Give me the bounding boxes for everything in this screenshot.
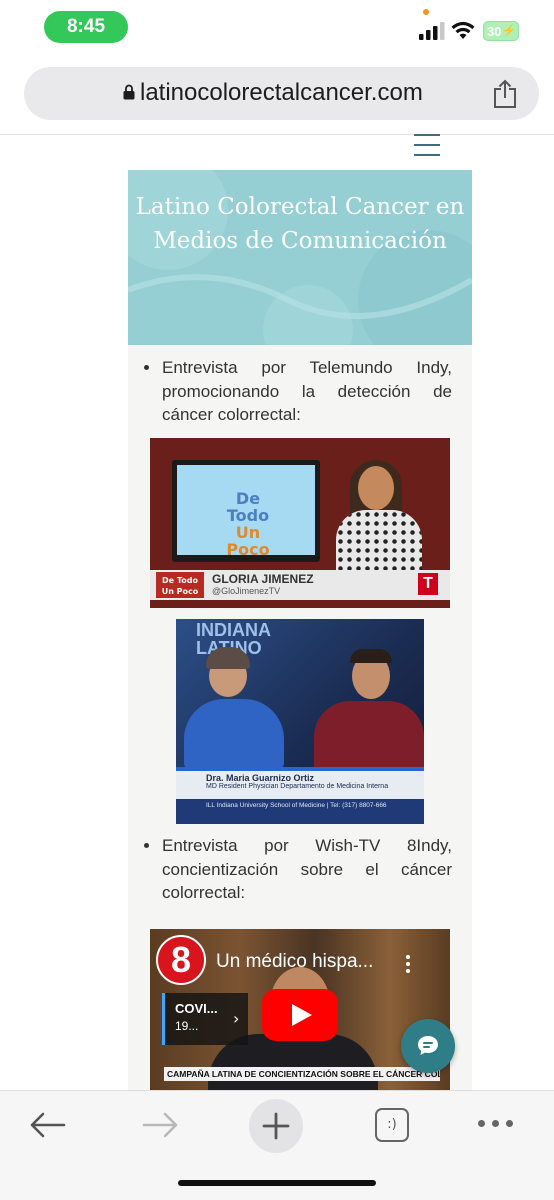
battery-indicator: 30 ⚡ [483, 21, 519, 41]
content-card: Latino Colorectal Cancer en Medios de Co… [128, 170, 472, 1090]
tv-screen-logo: De Todo Un Poco [220, 490, 276, 558]
presenter-handle: @GloJimenezTV [212, 586, 281, 596]
list-item: Entrevista por Telemundo Indy, promocion… [144, 356, 452, 427]
new-tab-button[interactable] [249, 1099, 303, 1153]
chat-button[interactable] [401, 1019, 455, 1073]
show-logo: De Todo Un Poco [156, 572, 204, 598]
presenter-name: GLORIA JIMENEZ [212, 572, 314, 586]
caption-accent-bar [176, 767, 424, 771]
forward-arrow-icon[interactable] [142, 1111, 180, 1139]
menu-icon[interactable] [414, 134, 440, 158]
plus-icon [262, 1112, 290, 1140]
back-arrow-icon[interactable] [28, 1111, 66, 1139]
telemundo-video[interactable]: De Todo Un Poco De Todo Un Poco GLORIA J… [150, 438, 450, 608]
cellular-signal-icon [419, 22, 445, 40]
guest-man-hair [350, 649, 392, 663]
guest-name: Dra. Maria Guarnizo Ortiz [206, 773, 315, 783]
info-card-subtitle: 19... [175, 1019, 199, 1033]
privacy-indicator-dot [423, 9, 429, 15]
caption-footer-text: ILL Indiana University School of Medicin… [206, 802, 387, 809]
banner: Latino Colorectal Cancer en Medios de Co… [128, 170, 472, 345]
tabs-icon[interactable]: :) [375, 1108, 409, 1142]
chat-icon [418, 1036, 438, 1055]
banner-title: Latino Colorectal Cancer en Medios de Co… [135, 194, 465, 254]
video-title[interactable]: Un médico hispa... [216, 951, 373, 973]
bottom-toolbar: :) [0, 1090, 554, 1200]
wish-tv-video[interactable]: 8 Un médico hispa... COVI... 19... › CAM… [150, 929, 450, 1090]
tv-logo-top: De Todo [226, 489, 270, 525]
wifi-icon [451, 21, 475, 39]
url-text[interactable]: latinocolorectalcancer.com [140, 77, 423, 109]
caption-footer: ILL Indiana University School of Medicin… [176, 799, 424, 824]
share-icon[interactable] [492, 79, 518, 109]
lower-third: De Todo Un Poco GLORIA JIMENEZ @GloJimen… [150, 570, 450, 600]
guest-role: MD Resident Physician Departamento de Me… [206, 783, 389, 790]
status-bar: 8:45 30 ⚡ [0, 0, 554, 56]
info-card[interactable]: COVI... 19... › [162, 993, 248, 1045]
charging-bolt-icon: ⚡ [502, 25, 516, 37]
telemundo-logo: T [418, 573, 438, 595]
indiana-latino-photo: INDIANA LATINO Dra. Maria Guarnizo Ortiz… [176, 619, 424, 824]
channel-logo[interactable]: 8 [156, 935, 206, 985]
guest-man [314, 701, 424, 771]
more-icon[interactable] [478, 1120, 514, 1128]
info-card-title: COVI... [175, 1001, 218, 1016]
chevron-right-icon: › [233, 1009, 240, 1028]
tv-logo-bottom: Un Poco [226, 523, 270, 559]
address-bar[interactable]: latinocolorectalcancer.com [24, 67, 539, 120]
photo-caption: Dra. Maria Guarnizo Ortiz MD Resident Ph… [176, 767, 424, 799]
guest-woman [184, 699, 284, 769]
lock-icon [123, 84, 135, 100]
toolbar-divider [0, 134, 554, 135]
presenter-body [336, 510, 422, 570]
presenter-face [358, 466, 394, 510]
status-time[interactable]: 8:45 [44, 11, 128, 43]
news-ticker: CAMPAÑA LATINA DE CONCIENTIZACIÓN SOBRE … [164, 1067, 440, 1081]
list-item: Entrevista por Wish-TV 8Indy, concientiz… [144, 834, 452, 905]
battery-level: 30 [487, 23, 502, 39]
home-indicator [178, 1180, 376, 1186]
video-more-icon[interactable] [406, 955, 410, 975]
play-button[interactable] [262, 989, 338, 1041]
